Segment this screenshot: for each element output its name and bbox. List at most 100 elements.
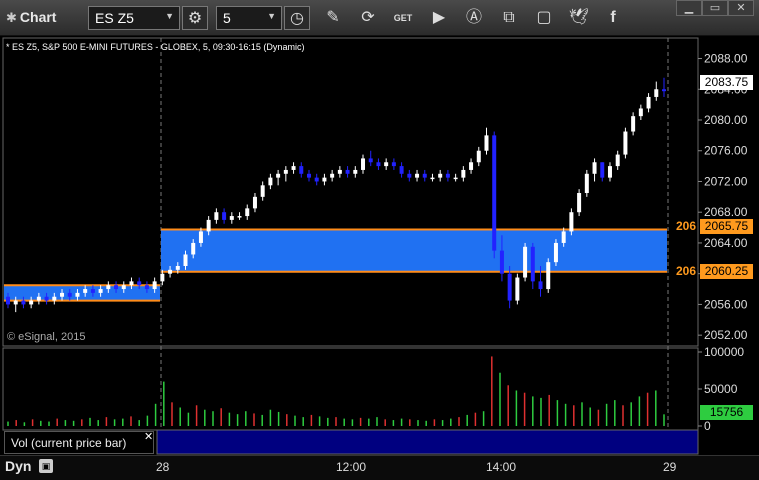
candle-body — [353, 169, 358, 174]
candle-body — [252, 196, 257, 209]
toolbar: ✱ Chart ES Z5 ▼ ⚙ 5 ▼ ◷ ✎ ⟳ GET ▶ Ⓐ ⧉ ▢ 🕊… — [0, 0, 759, 36]
chevron-down-icon[interactable]: ▼ — [267, 11, 276, 21]
candle-body — [654, 89, 659, 97]
zone-lower-label: 206 — [676, 264, 697, 278]
maximize-button[interactable]: ▭ — [702, 0, 728, 16]
clock-icon[interactable]: ◷ — [284, 6, 310, 30]
candle-body — [538, 281, 543, 290]
zone-upper-tag: 2065.75 — [700, 219, 753, 234]
candle-body — [361, 158, 366, 170]
mode-label[interactable]: Dyn — [5, 458, 31, 474]
chat-icon[interactable]: ▢ — [531, 6, 557, 30]
volume-study-label[interactable]: Vol (current price bar) — [4, 431, 154, 454]
candle-body — [553, 242, 558, 263]
candle-body — [314, 177, 319, 182]
candle-body — [384, 162, 389, 167]
candle-body — [584, 173, 589, 193]
candle-body — [36, 296, 41, 301]
candle-body — [499, 250, 504, 274]
candle-body — [476, 150, 481, 163]
volume-axis-label: 50000 — [704, 382, 738, 396]
candle-body — [268, 177, 273, 186]
candle-body — [330, 173, 335, 178]
candle-body — [523, 246, 528, 278]
candle-body — [229, 216, 234, 220]
price-axis-label: 2088.00 — [704, 52, 748, 66]
candle-body — [391, 162, 396, 167]
price-chart[interactable]: 2088.002084.002080.002076.002072.002068.… — [0, 37, 759, 455]
candle-body — [577, 193, 582, 213]
candle-body — [60, 292, 65, 297]
close-icon[interactable]: ✕ — [144, 430, 153, 443]
candle-body — [546, 262, 551, 290]
refresh-icon[interactable]: ⟳ — [355, 6, 381, 30]
candle-body — [507, 273, 512, 301]
candle-body — [469, 162, 474, 170]
candle-body — [114, 285, 119, 290]
candle-body — [52, 296, 57, 301]
candle-body — [67, 292, 72, 297]
get-icon[interactable]: GET — [390, 6, 416, 30]
volume-axis-label: 100000 — [704, 345, 744, 359]
candle-body — [492, 135, 497, 251]
candle-body — [152, 281, 157, 290]
price-axis-label: 2076.00 — [704, 144, 748, 158]
link-icon[interactable]: ⧉ — [496, 6, 522, 30]
candle-body — [183, 254, 188, 266]
candle-body — [21, 300, 26, 305]
candle-body — [121, 285, 126, 290]
candle-body — [222, 212, 227, 220]
candle-body — [291, 166, 296, 170]
candle-body — [175, 266, 180, 270]
pencil-icon[interactable]: ✎ — [320, 6, 346, 30]
time-label-1400: 14:00 — [486, 460, 517, 474]
candle-body — [407, 173, 412, 178]
price-axis-label: 2064.00 — [704, 236, 748, 250]
candle-body — [445, 173, 450, 178]
facebook-icon[interactable]: f — [600, 6, 626, 30]
twitter-icon[interactable]: 🕊 — [566, 6, 592, 30]
symbol-options-button[interactable]: ⚙ — [182, 6, 208, 30]
candle-body — [160, 273, 165, 282]
play-icon[interactable]: ▶ — [426, 6, 452, 30]
star-icon[interactable]: ✱ — [6, 10, 17, 25]
candle-body — [283, 169, 288, 174]
alert-icon[interactable]: Ⓐ — [461, 6, 487, 30]
candle-body — [646, 96, 651, 109]
candle-body — [399, 166, 404, 174]
minimize-button[interactable]: ▁ — [676, 0, 702, 16]
support-zone-0 — [161, 229, 667, 272]
candle-body — [75, 292, 80, 297]
time-label-28: 28 — [156, 460, 170, 474]
time-label-29: 29 — [663, 460, 677, 474]
close-button[interactable]: ✕ — [728, 0, 754, 16]
candle-body — [44, 296, 49, 301]
window-title: ✱ Chart — [6, 9, 57, 25]
symbol-input[interactable]: ES Z5 ▼ — [88, 6, 180, 30]
candle-body — [144, 285, 149, 290]
candle-body — [98, 289, 103, 293]
candle-body — [129, 281, 134, 286]
candle-body — [345, 169, 350, 174]
candle-body — [198, 231, 203, 243]
candle-body — [662, 89, 666, 92]
candle-body — [415, 173, 420, 178]
candle-body — [29, 300, 34, 305]
watermark: © eSignal, 2015 — [7, 331, 86, 343]
interval-input[interactable]: 5 ▼ — [216, 6, 282, 30]
candle-body — [600, 162, 605, 178]
candle-body — [237, 216, 242, 218]
candle-body — [484, 135, 489, 151]
candle-body — [592, 162, 597, 174]
last-price-tag: 2083.75 — [700, 75, 753, 90]
camera-icon[interactable]: ▣ — [39, 459, 53, 473]
candle-body — [530, 246, 535, 282]
candle-body — [206, 219, 211, 232]
candle-body — [245, 208, 250, 217]
candle-body — [322, 177, 327, 182]
price-axis-label: 2052.00 — [704, 328, 748, 342]
candle-body — [461, 169, 466, 178]
candle-body — [607, 166, 612, 178]
chevron-down-icon[interactable]: ▼ — [165, 11, 174, 21]
candle-body — [569, 212, 574, 232]
